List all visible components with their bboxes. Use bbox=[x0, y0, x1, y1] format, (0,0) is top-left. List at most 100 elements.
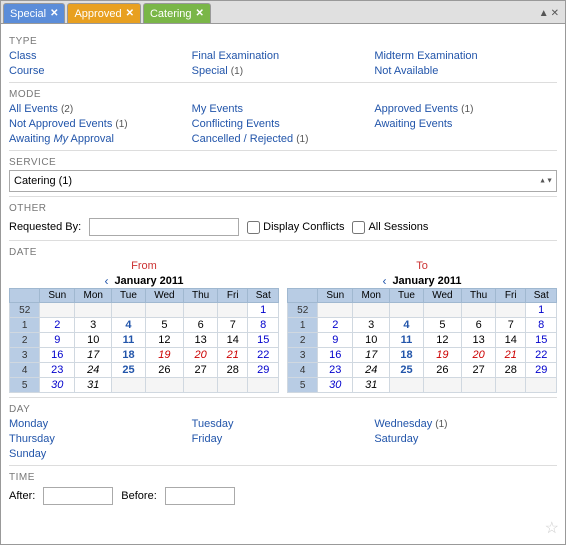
to-day-27[interactable]: 27 bbox=[462, 363, 496, 378]
day-friday[interactable]: Friday bbox=[192, 432, 375, 446]
to-day-25[interactable]: 25 bbox=[390, 363, 423, 378]
to-day-5[interactable]: 5 bbox=[423, 318, 462, 333]
from-day-24[interactable]: 24 bbox=[75, 363, 112, 378]
to-day-10[interactable]: 10 bbox=[353, 333, 390, 348]
to-day-23[interactable]: 23 bbox=[318, 363, 353, 378]
from-day-3[interactable]: 3 bbox=[75, 318, 112, 333]
from-day-17[interactable]: 17 bbox=[75, 348, 112, 363]
to-day-26[interactable]: 26 bbox=[423, 363, 462, 378]
from-day-7[interactable]: 7 bbox=[218, 318, 248, 333]
mode-approved-events[interactable]: Approved Events (1) bbox=[374, 102, 557, 116]
tab-catering-close[interactable]: ✕ bbox=[196, 9, 204, 19]
to-day-20[interactable]: 20 bbox=[462, 348, 496, 363]
to-day-18[interactable]: 18 bbox=[390, 348, 423, 363]
to-day-24[interactable]: 24 bbox=[353, 363, 390, 378]
tab-approved-close[interactable]: ✕ bbox=[126, 9, 134, 19]
to-day-9[interactable]: 9 bbox=[318, 333, 353, 348]
from-day-23[interactable]: 23 bbox=[40, 363, 75, 378]
from-day-18[interactable]: 18 bbox=[112, 348, 145, 363]
type-midterm[interactable]: Midterm Examination bbox=[374, 49, 557, 63]
from-day-11[interactable]: 11 bbox=[112, 333, 145, 348]
day-sunday[interactable]: Sunday bbox=[9, 447, 192, 461]
day-wednesday[interactable]: Wednesday (1) bbox=[374, 417, 557, 431]
to-day-16[interactable]: 16 bbox=[318, 348, 353, 363]
from-day-4[interactable]: 4 bbox=[112, 318, 145, 333]
to-day-8[interactable]: 8 bbox=[526, 318, 557, 333]
to-day-3[interactable]: 3 bbox=[353, 318, 390, 333]
display-conflicts-checkbox[interactable] bbox=[247, 221, 260, 234]
from-day-12[interactable]: 12 bbox=[145, 333, 184, 348]
to-day-12[interactable]: 12 bbox=[423, 333, 462, 348]
from-day-15[interactable]: 15 bbox=[248, 333, 279, 348]
mode-all-events[interactable]: All Events (2) bbox=[9, 102, 192, 116]
from-day-16[interactable]: 16 bbox=[40, 348, 75, 363]
day-saturday[interactable]: Saturday bbox=[374, 432, 557, 446]
from-day-22[interactable]: 22 bbox=[248, 348, 279, 363]
star-icon[interactable]: ☆ bbox=[545, 518, 559, 538]
type-class[interactable]: Class bbox=[9, 49, 192, 63]
type-course[interactable]: Course bbox=[9, 64, 192, 78]
day-tuesday[interactable]: Tuesday bbox=[192, 417, 375, 431]
tab-catering[interactable]: Catering ✕ bbox=[143, 3, 211, 23]
from-day-13[interactable]: 13 bbox=[184, 333, 218, 348]
tab-approved[interactable]: Approved ✕ bbox=[67, 3, 140, 23]
from-day-20[interactable]: 20 bbox=[184, 348, 218, 363]
mode-conflicting[interactable]: Conflicting Events bbox=[192, 117, 375, 131]
to-day-31[interactable]: 31 bbox=[353, 378, 390, 393]
from-prev-arrow[interactable]: ‹ bbox=[104, 274, 108, 288]
to-day-29[interactable]: 29 bbox=[526, 363, 557, 378]
from-day-2[interactable]: 2 bbox=[40, 318, 75, 333]
from-day-9[interactable]: 9 bbox=[40, 333, 75, 348]
to-prev-arrow[interactable]: ‹ bbox=[382, 274, 386, 288]
day-thursday[interactable]: Thursday bbox=[9, 432, 192, 446]
from-day-19[interactable]: 19 bbox=[145, 348, 184, 363]
day-monday[interactable]: Monday bbox=[9, 417, 192, 431]
tab-special[interactable]: Special ✕ bbox=[3, 3, 65, 23]
mode-awaiting-events[interactable]: Awaiting Events bbox=[374, 117, 557, 131]
to-day-19[interactable]: 19 bbox=[423, 348, 462, 363]
from-day-28[interactable]: 28 bbox=[218, 363, 248, 378]
to-day-28[interactable]: 28 bbox=[496, 363, 526, 378]
mode-my-events[interactable]: My Events bbox=[192, 102, 375, 116]
from-day-26[interactable]: 26 bbox=[145, 363, 184, 378]
all-sessions-checkbox[interactable] bbox=[352, 221, 365, 234]
minimize-button[interactable]: ▲ bbox=[539, 8, 549, 19]
from-day-6[interactable]: 6 bbox=[184, 318, 218, 333]
from-day-27[interactable]: 27 bbox=[184, 363, 218, 378]
mode-not-approved[interactable]: Not Approved Events (1) bbox=[9, 117, 192, 131]
from-day-25[interactable]: 25 bbox=[112, 363, 145, 378]
type-final-exam[interactable]: Final Examination bbox=[192, 49, 375, 63]
type-special[interactable]: Special (1) bbox=[192, 64, 375, 78]
from-day-14[interactable]: 14 bbox=[218, 333, 248, 348]
to-day-7[interactable]: 7 bbox=[496, 318, 526, 333]
from-day-30[interactable]: 30 bbox=[40, 378, 75, 393]
to-day-13[interactable]: 13 bbox=[462, 333, 496, 348]
type-not-available[interactable]: Not Available bbox=[374, 64, 557, 78]
mode-cancelled[interactable]: Cancelled / Rejected (1) bbox=[192, 132, 375, 146]
requested-by-input[interactable] bbox=[89, 218, 239, 236]
from-day-1[interactable]: 1 bbox=[248, 303, 279, 318]
to-day-11[interactable]: 11 bbox=[390, 333, 423, 348]
from-day-5[interactable]: 5 bbox=[145, 318, 184, 333]
to-day-1[interactable]: 1 bbox=[526, 303, 557, 318]
to-day-2[interactable]: 2 bbox=[318, 318, 353, 333]
mode-awaiting-approval[interactable]: Awaiting My Approval bbox=[9, 132, 192, 146]
from-day-31[interactable]: 31 bbox=[75, 378, 112, 393]
after-input[interactable] bbox=[43, 487, 113, 505]
tab-special-close[interactable]: ✕ bbox=[50, 9, 58, 19]
to-day-22[interactable]: 22 bbox=[526, 348, 557, 363]
from-day-21[interactable]: 21 bbox=[218, 348, 248, 363]
to-day-17[interactable]: 17 bbox=[353, 348, 390, 363]
to-day-21[interactable]: 21 bbox=[496, 348, 526, 363]
from-day-8[interactable]: 8 bbox=[248, 318, 279, 333]
to-day-14[interactable]: 14 bbox=[496, 333, 526, 348]
to-day-6[interactable]: 6 bbox=[462, 318, 496, 333]
close-button[interactable]: ✕ bbox=[551, 8, 559, 19]
before-input[interactable] bbox=[165, 487, 235, 505]
to-day-4[interactable]: 4 bbox=[390, 318, 423, 333]
from-day-29[interactable]: 29 bbox=[248, 363, 279, 378]
to-day-15[interactable]: 15 bbox=[526, 333, 557, 348]
service-select[interactable]: Catering (1) All Services bbox=[9, 170, 557, 192]
to-day-30[interactable]: 30 bbox=[318, 378, 353, 393]
from-day-10[interactable]: 10 bbox=[75, 333, 112, 348]
